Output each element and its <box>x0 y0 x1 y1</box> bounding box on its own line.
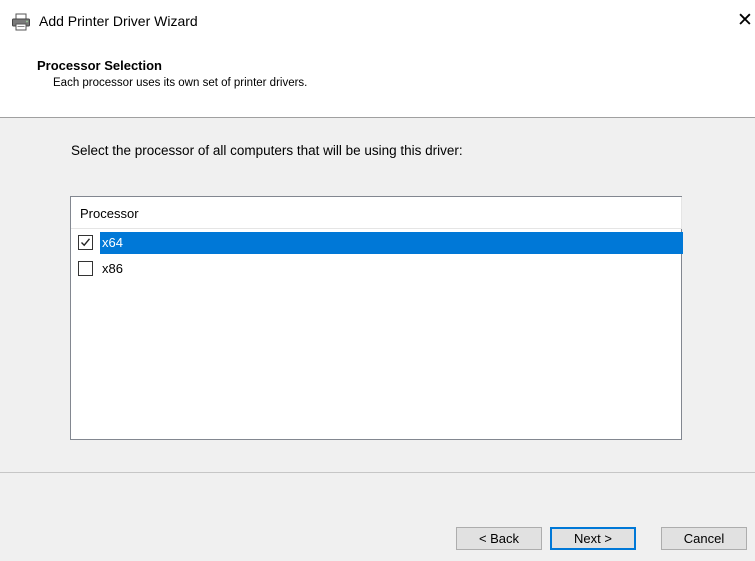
cancel-button[interactable]: Cancel <box>661 527 747 550</box>
close-icon: ✕ <box>737 10 753 31</box>
wizard-header: Processor Selection Each processor uses … <box>0 44 755 118</box>
wizard-footer: < Back Next > Cancel <box>0 472 755 561</box>
checkmark-icon <box>81 238 91 247</box>
next-button[interactable]: Next > <box>550 527 636 550</box>
instruction-text: Select the processor of all computers th… <box>71 143 463 158</box>
window-title: Add Printer Driver Wizard <box>39 13 198 29</box>
title-bar: Add Printer Driver Wizard ✕ <box>0 0 755 44</box>
list-item-label: x64 <box>100 232 683 254</box>
page-title: Processor Selection <box>37 58 162 73</box>
checkbox-x86[interactable] <box>78 261 93 276</box>
wizard-content: Select the processor of all computers th… <box>0 118 755 472</box>
back-button[interactable]: < Back <box>456 527 542 550</box>
list-column-header[interactable]: Processor <box>71 197 681 229</box>
list-item-x64[interactable]: x64 <box>71 232 683 254</box>
close-button[interactable]: ✕ <box>736 9 754 33</box>
printer-icon <box>11 13 31 31</box>
checkbox-x64[interactable] <box>78 235 93 250</box>
page-subtitle: Each processor uses its own set of print… <box>53 77 308 89</box>
processor-list[interactable]: Processor x64 x86 <box>70 196 683 440</box>
column-header-processor: Processor <box>80 206 139 221</box>
list-item-x86[interactable]: x86 <box>71 258 681 280</box>
column-divider[interactable] <box>681 197 682 229</box>
list-item-label: x86 <box>102 261 123 276</box>
